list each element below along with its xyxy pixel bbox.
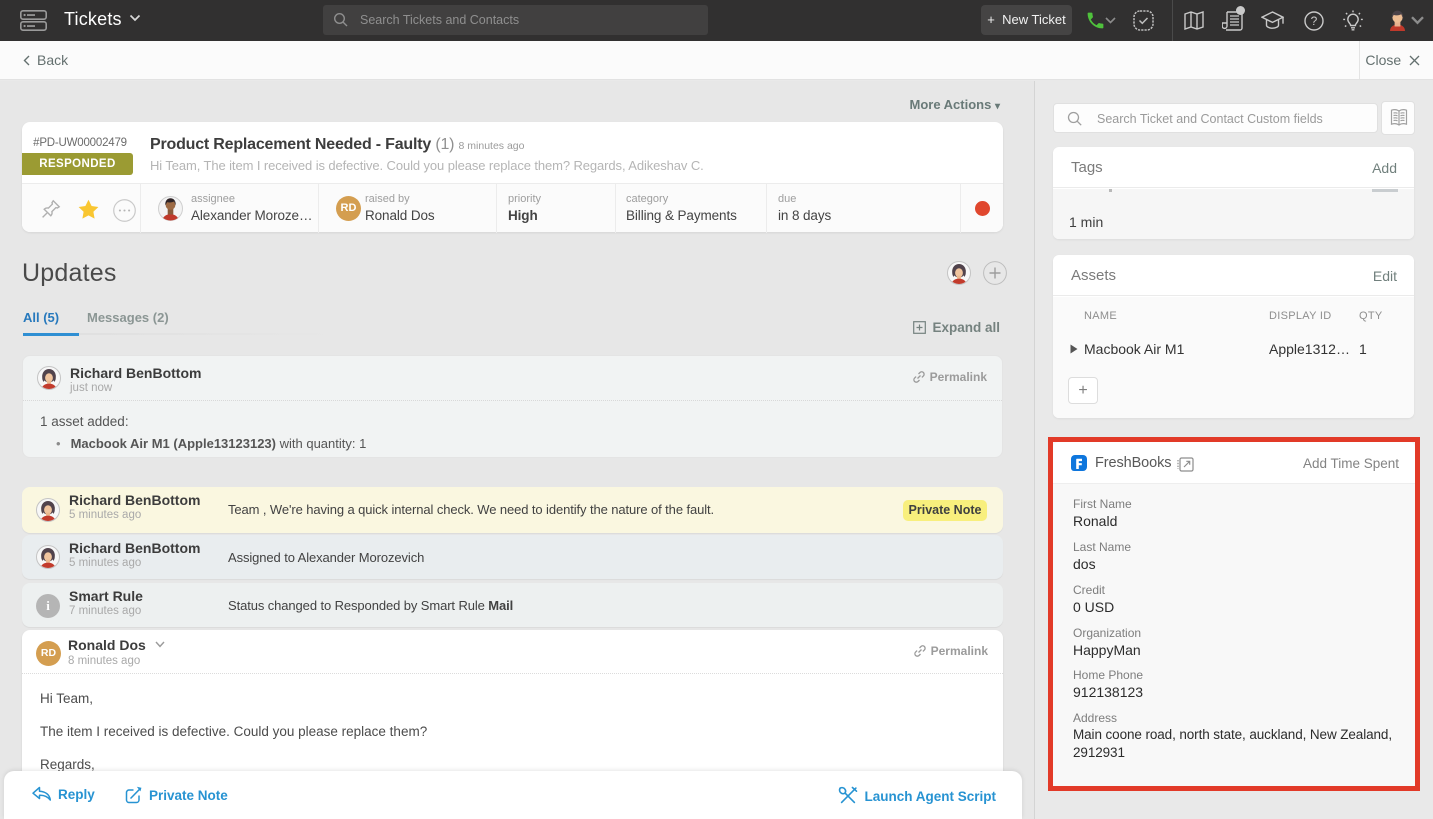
svg-text:?: ?: [1311, 14, 1318, 28]
